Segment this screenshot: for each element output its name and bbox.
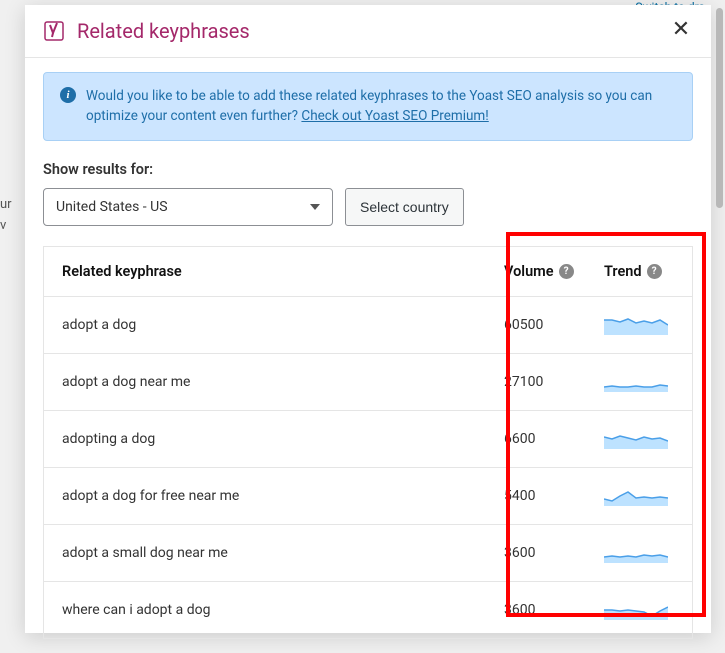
premium-link[interactable]: Check out Yoast SEO Premium!	[301, 108, 488, 124]
volume-cell: 27100	[504, 374, 604, 390]
trend-cell	[604, 372, 674, 392]
table-row[interactable]: adopt a dog 60500	[44, 297, 692, 354]
header-volume: Volume ?	[504, 263, 604, 280]
info-icon: i	[60, 87, 76, 103]
trend-cell	[604, 600, 674, 620]
trend-cell	[604, 543, 674, 563]
header-trend: Trend ?	[604, 263, 674, 280]
trend-cell	[604, 315, 674, 335]
table-row[interactable]: adopt a dog near me 27100	[44, 354, 692, 411]
country-select[interactable]: United States - US	[43, 188, 333, 226]
select-country-button[interactable]: Select country	[345, 188, 464, 226]
header-keyphrase: Related keyphrase	[62, 263, 504, 280]
keyphrase-table: Related keyphrase Volume ? Trend ? adopt…	[43, 246, 693, 639]
volume-cell: 6600	[504, 431, 604, 447]
keyphrase-cell: adopting a dog	[62, 431, 504, 447]
info-banner: i Would you like to be able to add these…	[43, 72, 693, 141]
volume-cell: 60500	[504, 317, 604, 333]
trend-chart-icon	[604, 600, 668, 620]
volume-cell: 5400	[504, 488, 604, 504]
modal-title: Related keyphrases	[77, 19, 669, 43]
trend-chart-icon	[604, 543, 668, 563]
yoast-icon	[43, 20, 65, 42]
show-results-label: Show results for:	[43, 161, 693, 178]
table-row[interactable]: adopt a small dog near me 3600	[44, 525, 692, 582]
table-header: Related keyphrase Volume ? Trend ?	[44, 247, 692, 297]
background-text: ur v	[0, 195, 12, 237]
info-text: Would you like to be able to add these r…	[86, 86, 676, 127]
keyphrase-cell: adopt a small dog near me	[62, 545, 504, 561]
keyphrase-cell: where can i adopt a dog	[62, 602, 504, 618]
keyphrase-cell: adopt a dog	[62, 317, 504, 333]
help-icon[interactable]: ?	[647, 264, 662, 279]
trend-cell	[604, 429, 674, 449]
trend-cell	[604, 486, 674, 506]
trend-chart-icon	[604, 429, 668, 449]
table-row[interactable]: where can i adopt a dog 3600	[44, 582, 692, 638]
table-row[interactable]: adopting a dog 6600	[44, 411, 692, 468]
close-icon[interactable]: ✕	[669, 19, 693, 43]
trend-chart-icon	[604, 486, 668, 506]
table-row[interactable]: adopt a dog for free near me 5400	[44, 468, 692, 525]
modal-header: Related keyphrases ✕	[25, 5, 711, 58]
trend-chart-icon	[604, 315, 668, 335]
volume-cell: 3600	[504, 545, 604, 561]
trend-chart-icon	[604, 372, 668, 392]
keyphrase-cell: adopt a dog near me	[62, 374, 504, 390]
controls-row: United States - US Select country	[43, 188, 693, 226]
modal-body: i Would you like to be able to add these…	[25, 58, 711, 653]
related-keyphrases-modal: Related keyphrases ✕ i Would you like to…	[25, 5, 711, 633]
help-icon[interactable]: ?	[559, 264, 574, 279]
keyphrase-cell: adopt a dog for free near me	[62, 488, 504, 504]
scrollbar[interactable]	[716, 8, 723, 208]
volume-cell: 3600	[504, 602, 604, 618]
